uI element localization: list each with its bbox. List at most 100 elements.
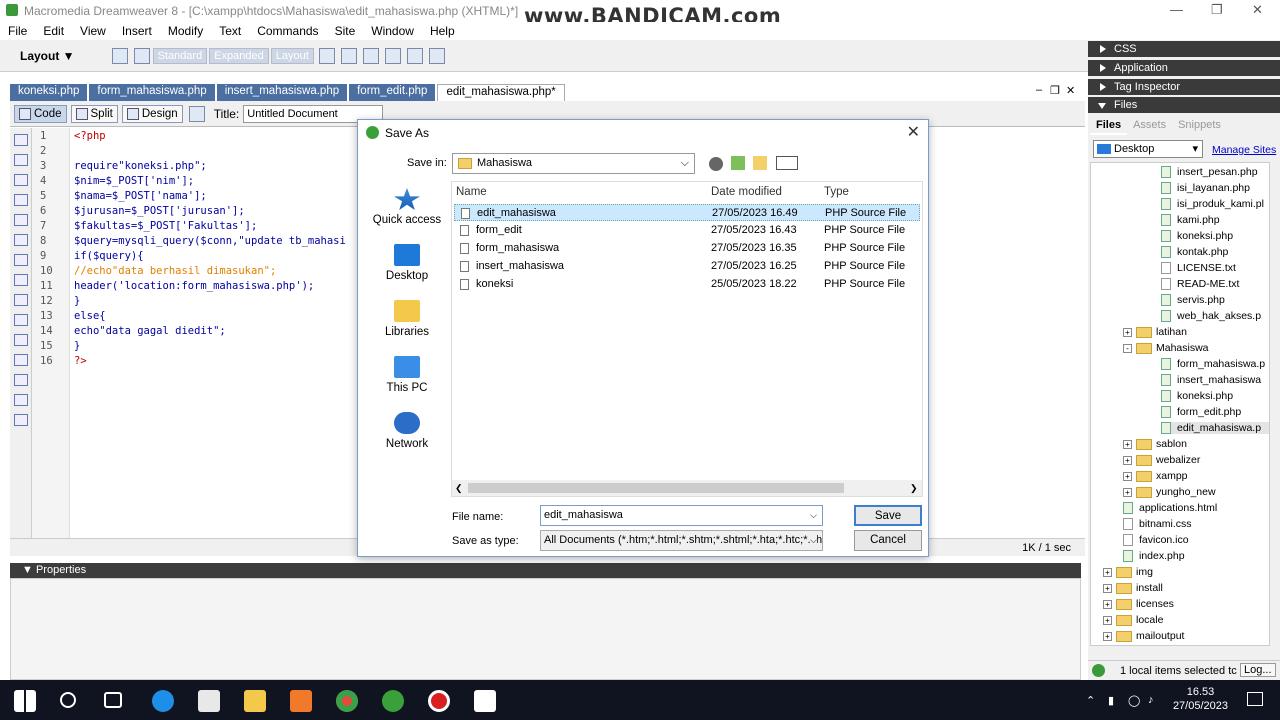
code-line[interactable]: //echo"data berhasil dimasukan"; [74, 265, 276, 277]
open-documents-icon[interactable] [13, 134, 28, 146]
file-row[interactable]: form_edit 27/05/2023 16.43 PHP Source File [454, 222, 920, 239]
file-item[interactable]: insert_pesan.php [1161, 166, 1258, 179]
insert-column-icon[interactable] [384, 47, 401, 64]
dreamweaver-taskbar-icon[interactable] [382, 690, 404, 712]
save-button[interactable]: Save [854, 505, 922, 526]
file-item[interactable]: READ-ME.txt [1161, 278, 1239, 291]
highlight-invalid-icon[interactable] [13, 274, 28, 286]
search-icon[interactable] [60, 692, 76, 708]
code-line[interactable]: echo"data gagal diedit"; [74, 325, 226, 337]
table-icon[interactable] [111, 47, 128, 64]
select-parent-tag-icon[interactable] [13, 214, 28, 226]
split-view-button[interactable]: Split [70, 104, 118, 123]
chrome-icon[interactable] [336, 690, 358, 712]
minimize-icon[interactable]: — [1170, 2, 1183, 17]
live-data-icon[interactable] [188, 105, 205, 122]
line-numbers-icon[interactable] [13, 254, 28, 266]
file-item[interactable]: koneksi.php [1161, 230, 1233, 243]
expand-toggle-icon[interactable]: + [1123, 327, 1132, 337]
balance-braces-icon[interactable] [13, 234, 28, 246]
folder-item[interactable]: + xampp [1123, 470, 1188, 482]
file-item[interactable]: applications.html [1123, 502, 1217, 515]
place-network[interactable]: Network [364, 412, 450, 450]
tab-koneksi[interactable]: koneksi.php [10, 84, 88, 101]
file-row[interactable]: insert_mahasiswa 27/05/2023 16.25 PHP Sour… [454, 258, 920, 275]
code-line[interactable]: $jurusan=$_POST['jurusan']; [74, 205, 245, 217]
file-item[interactable]: favicon.ico [1123, 534, 1189, 547]
expand-toggle-icon[interactable]: + [1123, 471, 1132, 481]
task-view-icon[interactable] [104, 692, 122, 708]
menu-view[interactable]: View [72, 24, 114, 38]
expand-toggle-icon[interactable]: + [1103, 599, 1112, 609]
restore-icon[interactable]: ❐ [1211, 2, 1223, 18]
expand-all-icon[interactable] [13, 194, 28, 206]
file-item[interactable]: kontak.php [1161, 246, 1228, 259]
column-name[interactable]: Name [456, 186, 487, 198]
file-item[interactable]: LICENSE.txt [1161, 262, 1236, 275]
place-libraries[interactable]: Libraries [364, 300, 450, 338]
expand-toggle-icon[interactable]: + [1123, 487, 1132, 497]
tag-inspector-panel-header[interactable]: Tag Inspector [1088, 79, 1280, 95]
outdent-icon[interactable] [13, 394, 28, 406]
file-row[interactable]: form_mahasiswa 27/05/2023 16.35 PHP Source… [454, 240, 920, 257]
layout-category-dropdown[interactable]: Layout ▼ [20, 49, 75, 63]
notification-icon[interactable] [1247, 692, 1263, 706]
file-row[interactable]: koneksi 25/05/2023 18.22 PHP Source File [454, 276, 920, 293]
menu-file[interactable]: File [0, 24, 35, 38]
code-line[interactable]: ?> [74, 355, 87, 367]
menu-text[interactable]: Text [211, 24, 249, 38]
remove-comment-icon[interactable] [13, 314, 28, 326]
file-item[interactable]: edit_mahasiswa.p [1161, 422, 1269, 435]
code-line[interactable]: require"koneksi.php"; [74, 160, 207, 172]
design-view-button[interactable]: Design [121, 104, 183, 123]
network-tray-icon[interactable]: ◯ [1128, 694, 1140, 707]
place-quick-access[interactable]: Quick access [364, 188, 450, 226]
new-folder-icon[interactable] [753, 156, 767, 170]
code-line[interactable]: } [74, 340, 80, 352]
dialog-close-icon[interactable]: ✕ [907, 122, 920, 142]
standard-mode-button[interactable]: Standard [152, 47, 208, 64]
code-line[interactable]: $query=mysqli_query($conn,"update tb_mah… [74, 235, 346, 247]
recent-snippets-icon[interactable] [13, 354, 28, 366]
scroll-thumb[interactable] [468, 483, 844, 493]
tab-form-mahasiswa[interactable]: form_mahasiswa.php [89, 84, 215, 101]
menu-insert[interactable]: Insert [114, 24, 160, 38]
layout-mode-button[interactable]: Layout [270, 47, 314, 64]
application-panel-header[interactable]: Application [1088, 60, 1280, 76]
tab-files[interactable]: Files [1090, 117, 1128, 135]
menu-modify[interactable]: Modify [160, 24, 211, 38]
code-line[interactable]: if($query){ [74, 250, 144, 262]
file-item[interactable]: form_mahasiswa.p [1161, 358, 1265, 371]
menu-window[interactable]: Window [363, 24, 422, 38]
folder-item[interactable]: + locale [1103, 614, 1163, 626]
layer-icon[interactable] [133, 47, 150, 64]
file-item[interactable]: index.php [1123, 550, 1185, 563]
tab-insert-mahasiswa[interactable]: insert_mahasiswa.php [216, 84, 348, 101]
up-folder-icon[interactable] [731, 156, 745, 170]
tab-assets[interactable]: Assets [1127, 117, 1172, 135]
manage-sites-link[interactable]: Manage Sites [1212, 144, 1276, 156]
tabular-data-icon[interactable] [428, 47, 445, 64]
file-item[interactable]: servis.php [1161, 294, 1225, 307]
code-view-button[interactable]: Code [14, 104, 67, 123]
menu-help[interactable]: Help [422, 24, 463, 38]
back-icon[interactable] [709, 157, 723, 171]
tray-chevron-icon[interactable]: ⌃ [1086, 694, 1095, 707]
draw-layout-cell-icon[interactable] [340, 47, 357, 64]
file-name-input[interactable]: edit_mahasiswa ⌵ [540, 505, 823, 526]
scroll-left-icon[interactable]: ❮ [455, 483, 463, 494]
file-item[interactable]: koneksi.php [1161, 390, 1233, 403]
file-explorer-icon[interactable] [244, 690, 266, 712]
battery-icon[interactable]: ▮ [1108, 694, 1114, 707]
place-this-pc[interactable]: This PC [364, 356, 450, 394]
scroll-right-icon[interactable]: ❯ [910, 483, 918, 494]
volume-icon[interactable]: ♪ [1148, 694, 1154, 706]
collapse-selection-icon[interactable] [13, 174, 28, 186]
indent-icon[interactable] [13, 374, 28, 386]
folder-item[interactable]: + webalizer [1123, 454, 1200, 466]
file-item[interactable]: web_hak_akses.p [1161, 310, 1261, 323]
folder-item[interactable]: + sablon [1123, 438, 1187, 450]
xampp-icon[interactable] [290, 690, 312, 712]
code-line[interactable]: $fakultas=$_POST['Fakultas']; [74, 220, 257, 232]
bandicam-icon[interactable] [428, 690, 450, 712]
